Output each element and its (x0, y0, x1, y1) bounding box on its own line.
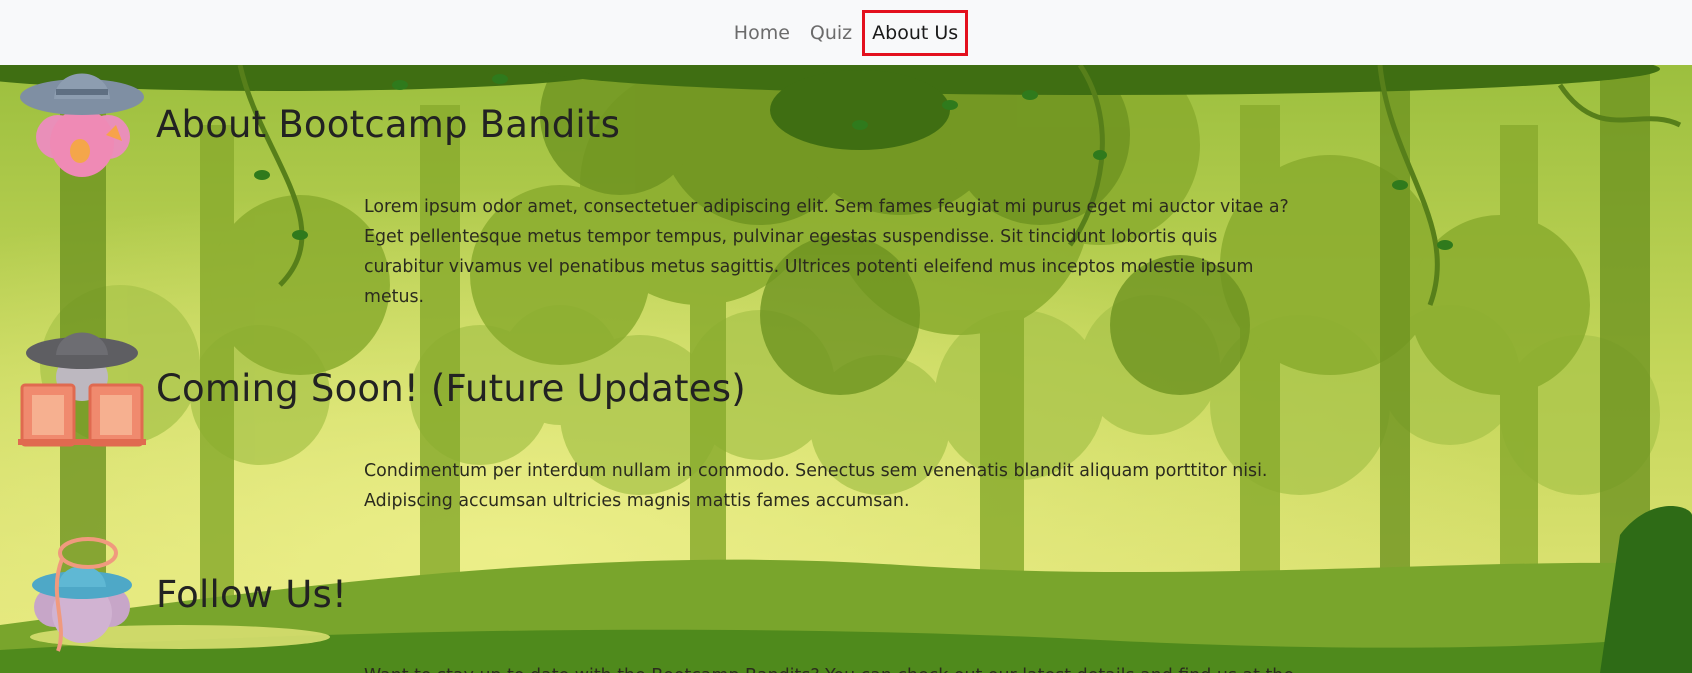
section-body-coming-soon: Condimentum per interdum nullam in commo… (364, 461, 1268, 511)
top-navbar: Home Quiz About Us (0, 0, 1692, 65)
section-header-about: About Bootcamp Bandits (18, 65, 620, 183)
section-header-coming-soon: Coming Soon! (Future Updates) (18, 329, 746, 447)
section-title-follow-us: Follow Us! (156, 572, 348, 616)
bandit-lasso-icon (32, 537, 132, 652)
section-title-coming-soon: Coming Soon! (Future Updates) (156, 366, 746, 410)
nav-link-about-us[interactable]: About Us (862, 9, 969, 56)
section-body-about: Lorem ipsum odor amet, consectetuer adip… (364, 197, 1289, 307)
about-content: About Bootcamp Bandits Lorem ipsum odor … (0, 65, 1692, 673)
section-header-follow-us: Follow Us! (18, 535, 347, 653)
nav-link-home[interactable]: Home (724, 10, 800, 56)
section-title-about: About Bootcamp Bandits (156, 102, 621, 146)
section-body-follow-us: Want to stay up to date with the Bootcam… (364, 661, 1294, 673)
bandit-saloon-doors-icon (18, 332, 146, 447)
bandit-cowboy-hat-icon (20, 73, 144, 177)
nav-link-quiz[interactable]: Quiz (800, 10, 862, 56)
